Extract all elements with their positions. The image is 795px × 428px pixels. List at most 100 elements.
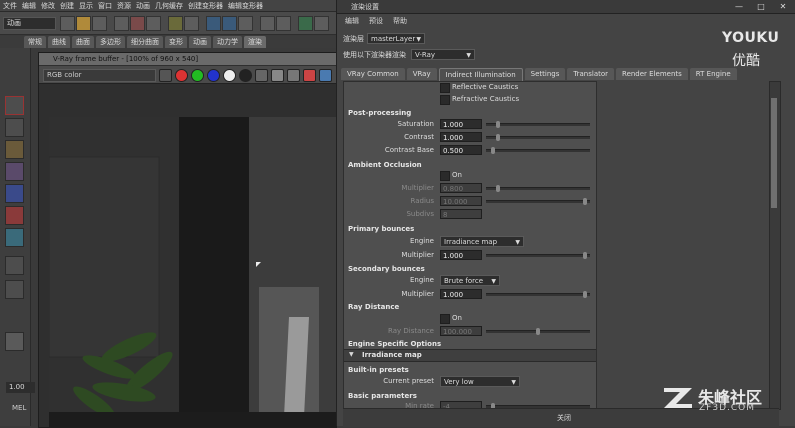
- ray-distance-on-checkbox[interactable]: [440, 314, 450, 324]
- ray-distance-slider[interactable]: [486, 328, 590, 335]
- manipulator-tool-icon[interactable]: [5, 228, 24, 247]
- reflective-caustics-checkbox[interactable]: [440, 83, 450, 93]
- contrast-base-slider[interactable]: [486, 147, 590, 154]
- input-line-icon[interactable]: [260, 16, 275, 31]
- ray-distance-slider-knob[interactable]: [536, 328, 540, 335]
- monochrome-icon[interactable]: [239, 69, 252, 82]
- show-channel-box-icon[interactable]: [298, 16, 313, 31]
- clear-image-icon[interactable]: [303, 69, 316, 82]
- shelf-tab-curves[interactable]: 曲线: [48, 36, 70, 48]
- scale-tool-icon[interactable]: [5, 206, 24, 225]
- alpha-channel-icon[interactable]: [223, 69, 236, 82]
- maya-mode-select[interactable]: 动画: [3, 17, 56, 30]
- tab-indirect-illumination[interactable]: Indirect Illumination: [438, 68, 523, 81]
- duplicate-icon[interactable]: [287, 69, 300, 82]
- blue-channel-icon[interactable]: [207, 69, 220, 82]
- select-component-icon[interactable]: [146, 16, 161, 31]
- ao-subdivs-field[interactable]: 8: [440, 209, 482, 219]
- secondary-multiplier-field[interactable]: 1.000: [440, 289, 482, 299]
- rs-menu-presets[interactable]: 预设: [369, 16, 383, 26]
- current-preset-dropdown[interactable]: Very low ▼: [440, 376, 520, 387]
- ao-on-checkbox[interactable]: [440, 171, 450, 181]
- maya-menu-create-deformers[interactable]: 创建变形器: [188, 1, 223, 11]
- snap-curve-icon[interactable]: [184, 16, 199, 31]
- rs-menu-edit[interactable]: 编辑: [345, 16, 359, 26]
- tab-vray-common[interactable]: VRay Common: [341, 68, 405, 80]
- maya-menu-assets[interactable]: 资源: [117, 1, 131, 11]
- rotate-tool-icon[interactable]: [5, 184, 24, 203]
- red-channel-icon[interactable]: [175, 69, 188, 82]
- irradiance-map-rollout[interactable]: ▼ Irradiance map: [344, 349, 596, 362]
- new-scene-icon[interactable]: [60, 16, 75, 31]
- shelf-tab-rendering[interactable]: 渲染: [244, 36, 266, 48]
- contrast-field[interactable]: 1.000: [440, 132, 482, 142]
- contrast-base-slider-knob[interactable]: [491, 147, 495, 154]
- render-layer-dropdown[interactable]: masterLayer ▼: [367, 33, 425, 44]
- maya-menu-edit-deformers[interactable]: 编辑变形器: [228, 1, 263, 11]
- select-tool-icon[interactable]: [5, 96, 24, 115]
- maya-menu-edit[interactable]: 编辑: [22, 1, 36, 11]
- ao-multiplier-slider-knob[interactable]: [496, 185, 500, 192]
- shelf-tab-dynamics[interactable]: 动力学: [213, 36, 242, 48]
- secondary-engine-dropdown[interactable]: Brute force ▼: [440, 275, 500, 286]
- rs-menu-help[interactable]: 帮助: [393, 16, 407, 26]
- construction-history-icon[interactable]: [276, 16, 291, 31]
- shelf-tab-subdivs[interactable]: 细分曲面: [127, 36, 163, 48]
- tab-render-elements[interactable]: Render Elements: [616, 68, 688, 80]
- secondary-multiplier-slider-knob[interactable]: [583, 291, 587, 298]
- tab-vray[interactable]: VRay: [406, 68, 437, 80]
- shelf-tab-polygons[interactable]: 多边形: [96, 36, 125, 48]
- tab-translator[interactable]: Translator: [567, 68, 615, 80]
- snap-grid-icon[interactable]: [168, 16, 183, 31]
- open-scene-icon[interactable]: [76, 16, 91, 31]
- maya-menu-display[interactable]: 显示: [79, 1, 93, 11]
- render-settings-icon[interactable]: [238, 16, 253, 31]
- select-object-icon[interactable]: [130, 16, 145, 31]
- render-frame-icon[interactable]: [206, 16, 221, 31]
- close-button[interactable]: 关闭: [557, 413, 571, 423]
- paint-select-icon[interactable]: [5, 140, 24, 159]
- primary-multiplier-slider[interactable]: [486, 252, 590, 259]
- show-attribute-editor-icon[interactable]: [314, 16, 329, 31]
- shelf-tab-general[interactable]: 常规: [24, 36, 46, 48]
- contrast-slider[interactable]: [486, 134, 590, 141]
- panel-scrollbar-thumb[interactable]: [771, 98, 777, 208]
- shelf-tab-animation[interactable]: 动画: [189, 36, 211, 48]
- contrast-slider-knob[interactable]: [496, 134, 500, 141]
- maximize-icon[interactable]: □: [752, 2, 770, 12]
- ao-multiplier-field[interactable]: 0.800: [440, 183, 482, 193]
- save-image-icon[interactable]: [159, 69, 172, 82]
- maya-menu-create[interactable]: 创建: [60, 1, 74, 11]
- maya-menu-window[interactable]: 窗口: [98, 1, 112, 11]
- layout-four-icon[interactable]: [5, 280, 24, 299]
- layout-single-icon[interactable]: [5, 256, 24, 275]
- refractive-caustics-checkbox[interactable]: [440, 95, 450, 105]
- lasso-tool-icon[interactable]: [5, 118, 24, 137]
- load-image-icon[interactable]: [271, 69, 284, 82]
- maya-value-field[interactable]: 1.00: [6, 382, 35, 393]
- saturation-slider[interactable]: [486, 121, 590, 128]
- save-all-icon[interactable]: [255, 69, 268, 82]
- primary-engine-dropdown[interactable]: Irradiance map ▼: [440, 236, 524, 247]
- ray-distance-field[interactable]: 100.000: [440, 326, 482, 336]
- green-channel-icon[interactable]: [191, 69, 204, 82]
- ao-radius-slider-knob[interactable]: [583, 198, 587, 205]
- shelf-tab-surfaces[interactable]: 曲面: [72, 36, 94, 48]
- maya-menu-modify[interactable]: 修改: [41, 1, 55, 11]
- close-window-icon[interactable]: ✕: [774, 2, 792, 12]
- vfb-channel-select[interactable]: RGB color: [43, 69, 156, 82]
- select-hierarchy-icon[interactable]: [114, 16, 129, 31]
- tab-rt-engine[interactable]: RT Engine: [689, 68, 737, 80]
- renderer-dropdown[interactable]: V-Ray ▼: [411, 49, 475, 60]
- contrast-base-field[interactable]: 0.500: [440, 145, 482, 155]
- maya-menu-geometry-cache[interactable]: 几何缓存: [155, 1, 183, 11]
- maya-menu-animate[interactable]: 动画: [136, 1, 150, 11]
- shelf-tab-deformation[interactable]: 变形: [165, 36, 187, 48]
- outliner-icon[interactable]: [5, 332, 24, 351]
- primary-multiplier-field[interactable]: 1.000: [440, 250, 482, 260]
- ao-multiplier-slider[interactable]: [486, 185, 590, 192]
- minimize-icon[interactable]: —: [730, 2, 748, 12]
- primary-multiplier-slider-knob[interactable]: [583, 252, 587, 259]
- secondary-multiplier-slider[interactable]: [486, 291, 590, 298]
- ao-radius-slider[interactable]: [486, 198, 590, 205]
